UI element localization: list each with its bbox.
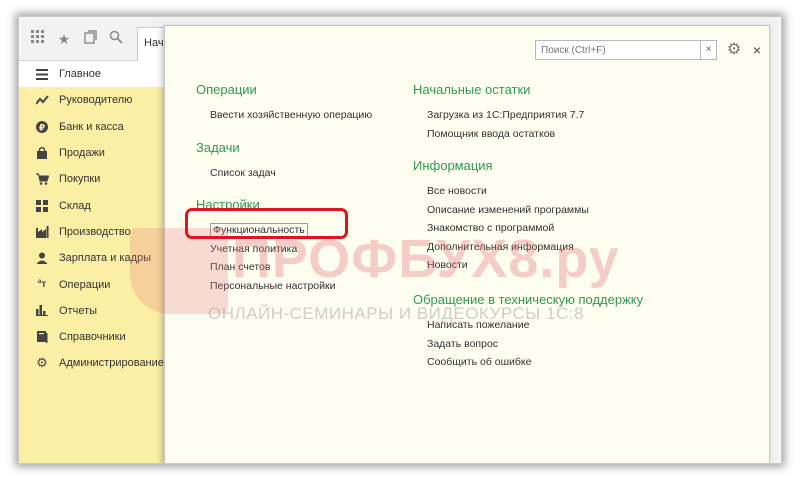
top-toolbar: ★ Нач <box>19 17 179 61</box>
left-column-tasks: Задачи Список задач <box>196 140 276 183</box>
sidebar-item-administration[interactable]: ⚙ Администрирование <box>19 350 166 376</box>
sidebar-item-label: Отчеты <box>59 304 98 317</box>
section-title-info: Информация <box>413 158 493 173</box>
settings-gear-icon[interactable]: ⚙ <box>723 40 745 60</box>
sidebar-item-label: Администрирование <box>59 357 164 370</box>
sidebar-item-manager[interactable]: Руководителю <box>19 87 166 113</box>
sidebar-item-label: Операции <box>59 278 111 291</box>
sidebar-item-main[interactable]: Главное <box>19 61 166 88</box>
left-column: Операции Ввести хозяйственную операцию <box>196 82 372 125</box>
bag-icon <box>35 146 49 160</box>
right-column-balances: Начальные остатки Загрузка из 1С:Предпри… <box>413 82 584 143</box>
sidebar-item-purchases[interactable]: Покупки <box>19 166 166 192</box>
ruble-icon: ₽ <box>35 120 49 134</box>
star-icon[interactable]: ★ <box>55 30 73 48</box>
sidebar-item-label: Главное <box>59 68 102 81</box>
sidebar-item-label: Склад <box>59 199 91 212</box>
sidebar-item-label: Производство <box>59 225 131 238</box>
book-icon <box>35 330 49 344</box>
history-icon[interactable] <box>81 30 99 48</box>
link-load-from-77[interactable]: Загрузка из 1С:Предприятия 7.7 <box>427 106 584 125</box>
operations-icon: ªт <box>37 279 47 291</box>
cart-icon <box>35 172 49 186</box>
section-title-tasks: Задачи <box>196 140 240 155</box>
link-all-news[interactable]: Все новости <box>427 182 589 201</box>
link-enter-operation[interactable]: Ввести хозяйственную операцию <box>210 106 372 125</box>
link-report-error[interactable]: Сообщить об ошибке <box>427 353 643 372</box>
sidebar-item-bank[interactable]: ₽ Банк и касса <box>19 114 166 140</box>
sidebar-item-label: Справочники <box>59 331 126 344</box>
search-icon[interactable] <box>107 30 125 48</box>
sidebar-item-warehouse[interactable]: Склад <box>19 192 166 218</box>
bar-chart-icon <box>35 304 49 318</box>
watermark-subtitle: ОНЛАЙН-СЕМИНАРЫ И ВИДЕОКУРСЫ 1С:8 <box>208 304 584 323</box>
gear-icon: ⚙ <box>36 355 48 371</box>
search-clear-button[interactable]: × <box>701 40 717 60</box>
highlight-annotation <box>185 208 348 239</box>
link-ask-question[interactable]: Задать вопрос <box>427 335 643 354</box>
link-changes-description[interactable]: Описание изменений программы <box>427 201 589 220</box>
close-button[interactable]: × <box>749 40 765 60</box>
trend-icon <box>35 93 49 107</box>
svg-text:₽: ₽ <box>39 123 45 133</box>
sidebar-item-label: Покупки <box>59 173 101 186</box>
person-icon <box>35 251 49 265</box>
sidebar-item-sales[interactable]: Продажи <box>19 140 166 166</box>
sidebar-item-label: Банк и касса <box>59 120 124 133</box>
watermark-logo <box>130 228 228 314</box>
sidebar-item-label: Руководителю <box>59 94 133 107</box>
section-title-balances: Начальные остатки <box>413 82 531 97</box>
link-balances-assistant[interactable]: Помощник ввода остатков <box>427 125 584 144</box>
factory-icon <box>35 225 49 239</box>
search-input[interactable] <box>535 40 701 60</box>
sidebar-item-references[interactable]: Справочники <box>19 324 166 350</box>
section-title-operations: Операции <box>196 82 257 97</box>
menu-icon <box>35 67 49 81</box>
warehouse-icon <box>35 199 49 213</box>
sidebar-item-label: Продажи <box>59 147 105 160</box>
grid-icon[interactable] <box>29 30 47 48</box>
link-task-list[interactable]: Список задач <box>210 164 276 183</box>
